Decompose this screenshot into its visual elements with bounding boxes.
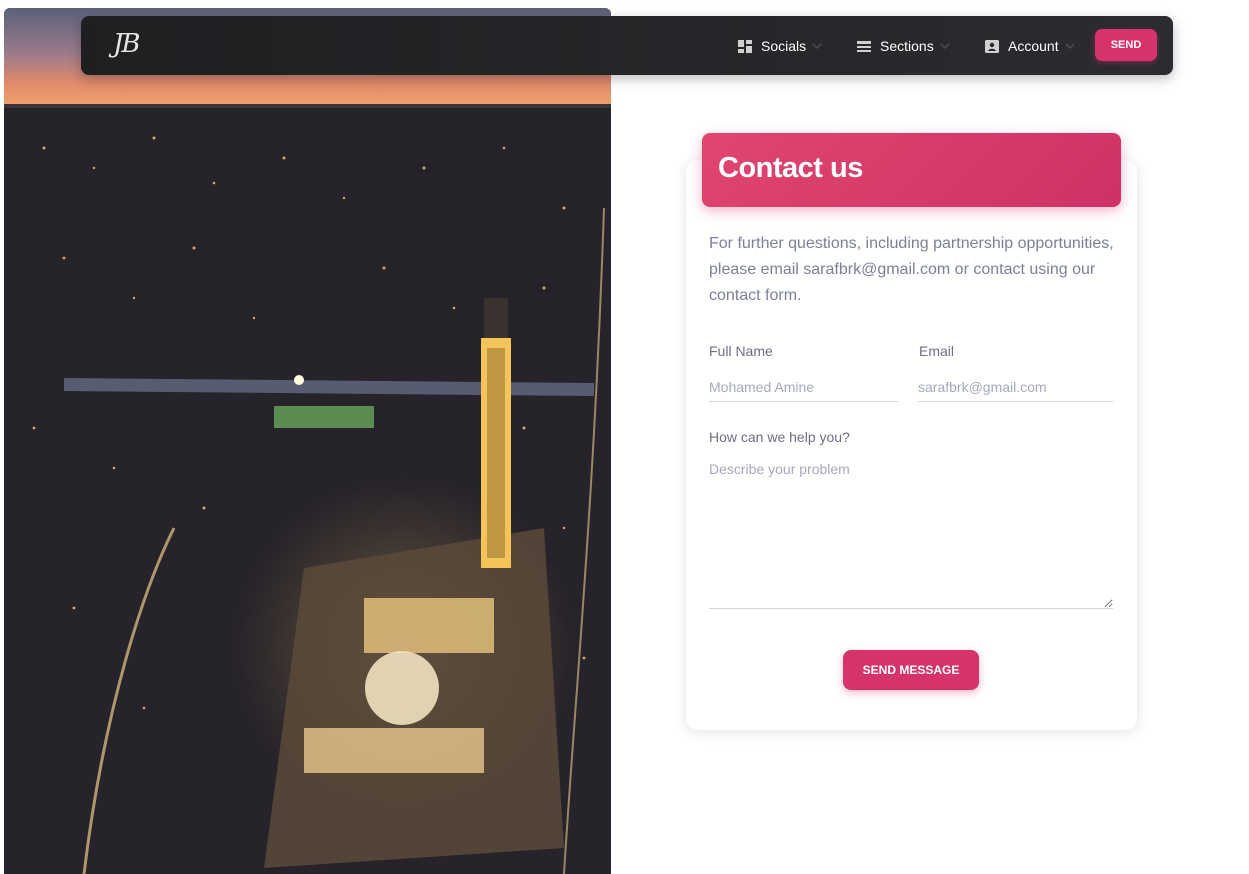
dashboard-icon [738, 39, 752, 53]
nav-sections-label: Sections [880, 38, 934, 54]
contact-card-header: Contact us [702, 133, 1121, 207]
email-input[interactable] [918, 372, 1113, 402]
view-list-icon [857, 40, 871, 52]
message-textarea[interactable] [709, 461, 1113, 609]
nav-socials[interactable]: Socials [738, 35, 822, 57]
full-name-label: Full Name [709, 343, 773, 359]
send-button[interactable]: SEND [1095, 29, 1157, 61]
contact-card-icon [985, 39, 999, 53]
top-navbar: JB Socials Sections Account SEND [81, 16, 1173, 75]
full-name-input[interactable] [709, 372, 898, 402]
send-message-button[interactable]: SEND MESSAGE [843, 650, 979, 690]
hero-image [4, 8, 611, 874]
email-label: Email [919, 343, 955, 359]
contact-intro-text: For further questions, including partner… [709, 235, 1114, 304]
city-night-aerial-image [4, 8, 611, 874]
chevron-down-icon [1065, 43, 1075, 50]
brand-logo[interactable]: JB [113, 29, 140, 59]
nav-account-label: Account [1008, 38, 1059, 54]
nav-socials-label: Socials [761, 38, 807, 54]
nav-account[interactable]: Account [985, 35, 1075, 57]
nav-sections[interactable]: Sections [857, 35, 950, 57]
page-title: Contact us [718, 152, 863, 184]
chevron-down-icon [940, 43, 950, 50]
chevron-down-icon [812, 43, 822, 50]
message-label: How can we help you? [709, 429, 850, 445]
